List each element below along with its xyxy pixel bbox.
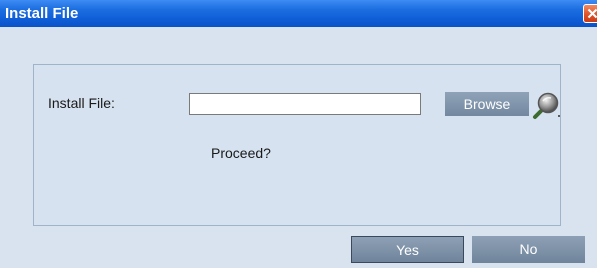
install-panel: Install File: Browse Proceed? — [33, 64, 561, 226]
browse-button[interactable]: Browse — [445, 92, 529, 116]
no-button[interactable]: No — [472, 236, 585, 263]
search-icon — [533, 92, 560, 119]
close-button[interactable] — [583, 4, 597, 23]
install-file-input[interactable] — [189, 93, 421, 115]
yes-button[interactable]: Yes — [351, 236, 464, 263]
close-icon — [587, 8, 597, 19]
window-title: Install File — [5, 5, 79, 22]
install-file-dialog: Install File Install File: Browse Procee… — [0, 0, 597, 268]
install-file-label: Install File: — [48, 95, 115, 111]
proceed-prompt: Proceed? — [211, 145, 271, 161]
search-button[interactable] — [532, 90, 562, 120]
title-bar[interactable]: Install File — [0, 0, 597, 27]
